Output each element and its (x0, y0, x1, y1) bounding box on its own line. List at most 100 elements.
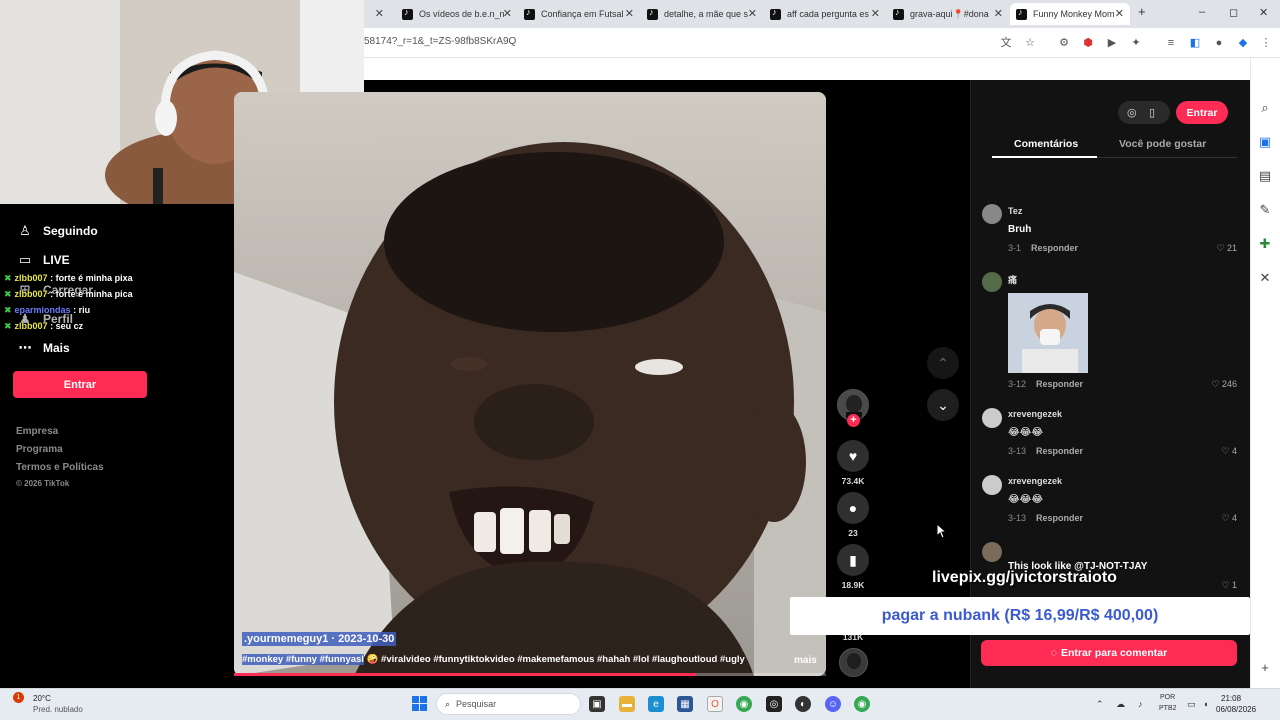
footer-link-termos[interactable]: Termos e Políticas (16, 462, 104, 473)
comment-like[interactable]: ♡ 246 (1197, 379, 1237, 390)
comment-button[interactable]: ● (837, 492, 869, 524)
comment-username[interactable]: xrevengezek (1008, 409, 1062, 419)
sidebar-item-live[interactable]: ▭ LIVE (16, 252, 70, 268)
search-icon[interactable]: ⌕ (1257, 100, 1273, 116)
extension-video-icon[interactable]: ▶ (1105, 36, 1119, 50)
reply-button[interactable]: Responder (1031, 243, 1078, 253)
video-more-link[interactable]: mais (794, 655, 817, 666)
translate-icon[interactable]: 文 (999, 36, 1013, 50)
tools-cross-icon[interactable]: ✕ (1257, 270, 1273, 286)
tab-close-icon[interactable]: ✕ (748, 7, 757, 20)
avatar[interactable] (982, 272, 1002, 292)
avatar[interactable] (982, 204, 1002, 224)
tab-1[interactable]: Os vídeos de b.e.n_n ✕ (396, 3, 518, 25)
chrome-icon-2[interactable]: ◉ (854, 696, 870, 712)
bookmark-star-icon[interactable]: ☆ (1023, 36, 1037, 50)
close-window-button[interactable]: ✕ (1259, 6, 1268, 19)
browser-menu-icon[interactable]: ⋮ (1259, 36, 1273, 50)
weather-temp[interactable]: 20°C (33, 694, 51, 703)
task-view-icon[interactable]: ▣ (589, 696, 605, 712)
tab-voce-pode-gostar[interactable]: Você pode gostar (1119, 138, 1206, 150)
url-field[interactable]: 58174?_r=1&_t=ZS-98fb8SKrA9Q (364, 36, 516, 47)
bing-chat-icon[interactable]: ▣ (1257, 134, 1273, 150)
previous-video-button[interactable]: ⌃ (927, 347, 959, 379)
file-explorer-icon[interactable]: ▬ (619, 696, 635, 712)
tab-close-icon[interactable]: ✕ (625, 7, 634, 20)
network-icon[interactable]: ☁ (1116, 699, 1125, 710)
comment-image[interactable] (1008, 293, 1088, 373)
profile-icon[interactable]: ● (1212, 36, 1226, 50)
tab-4[interactable]: aff cada pergunta es ✕ (764, 3, 886, 25)
discord-icon[interactable]: ☺ (825, 696, 841, 712)
new-tab-button[interactable]: + (1138, 4, 1146, 19)
tab-close-icon[interactable]: ✕ (1115, 7, 1124, 20)
footer-link-programa[interactable]: Programa (16, 444, 63, 455)
edge-icon[interactable]: e (648, 696, 664, 712)
like-button[interactable]: ♥ (837, 440, 869, 472)
windows-start-icon[interactable] (412, 696, 427, 711)
tab-close-icon[interactable]: ✕ (375, 7, 384, 20)
display-icon[interactable]: ▭ (1187, 699, 1196, 710)
comment-username[interactable]: 痛 (1008, 273, 1017, 286)
playlist-icon[interactable]: ≡ (1164, 36, 1178, 50)
login-to-comment-button[interactable]: ◌ Entrar para comentar (981, 640, 1237, 666)
tab-5[interactable]: grava-aqui📍#dona ✕ (887, 3, 1009, 25)
avatar[interactable] (982, 542, 1002, 562)
vpn-shield-icon[interactable]: ◆ (1236, 36, 1250, 50)
taskbar-search[interactable]: ⌕ Pesquisar (436, 693, 581, 715)
phone-icon[interactable]: ▯ (1149, 106, 1155, 119)
language-top[interactable]: POR (1160, 694, 1175, 701)
sidebar-item-seguindo[interactable]: ♙ Seguindo (16, 223, 98, 239)
tab-close-icon[interactable]: ✕ (871, 7, 880, 20)
edit-icon[interactable]: ✎ (1257, 202, 1273, 218)
next-video-button[interactable]: ⌄ (927, 389, 959, 421)
reply-button[interactable]: Responder (1036, 446, 1083, 456)
volume-icon[interactable]: ◖ (1203, 699, 1208, 709)
sidebar-item-mais[interactable]: ⋯ Mais (16, 340, 70, 356)
opera-icon[interactable]: O (707, 696, 723, 712)
extensions-puzzle-icon[interactable]: ✦ (1129, 36, 1143, 50)
avatar[interactable] (982, 475, 1002, 495)
comment-like[interactable]: ♡ 4 (1197, 446, 1237, 457)
extension-shield-icon[interactable]: ⬢ (1081, 36, 1095, 50)
save-button[interactable]: ▮ (837, 544, 869, 576)
reply-button[interactable]: Responder (1036, 379, 1083, 389)
minimize-button[interactable]: – (1199, 6, 1205, 18)
tab-2[interactable]: Confiança em Futsal ✕ (518, 3, 640, 25)
login-button[interactable]: Entrar (13, 371, 147, 398)
tab-close-icon[interactable]: ✕ (994, 7, 1003, 20)
tab-3[interactable]: detalhe, a mãe que s ✕ (641, 3, 763, 25)
tab-active[interactable]: Funny Monkey Mom ✕ (1010, 3, 1130, 25)
tab-comentarios[interactable]: Comentários (1014, 138, 1078, 150)
maximize-button[interactable]: ◻ (1229, 6, 1238, 19)
video-hashtags-rest[interactable]: 🤪 #viralvideo #funnytiktokvideo #makemef… (367, 654, 745, 665)
weather-desc[interactable]: Pred. nublado (33, 705, 83, 714)
clock-time[interactable]: 21:08 (1221, 694, 1241, 703)
store-icon[interactable]: ▦ (677, 696, 693, 712)
sidebar-toggle-icon[interactable]: ◧ (1188, 36, 1202, 50)
comment-like[interactable]: ♡ 4 (1197, 513, 1237, 524)
tools-icon[interactable]: ▤ (1257, 168, 1273, 184)
language-bottom[interactable]: PTB2 (1159, 705, 1177, 712)
obs-icon[interactable]: ◎ (766, 696, 782, 712)
reply-button[interactable]: Responder (1036, 513, 1083, 523)
video-progress-bar[interactable] (234, 673, 826, 676)
comment-like[interactable]: ♡ 1 (1197, 580, 1237, 591)
video-player[interactable] (234, 92, 826, 676)
video-author-date[interactable]: .yourmemeguy1 · 2023-10-30 (242, 632, 397, 646)
tab-close-icon[interactable]: ✕ (503, 7, 512, 20)
avatar[interactable] (982, 408, 1002, 428)
add-sidebar-icon[interactable]: + (1257, 660, 1273, 676)
tray-overflow-icon[interactable]: ⌃ (1096, 699, 1104, 710)
mic-icon[interactable]: ♪ (1138, 699, 1143, 709)
extension-gear-icon[interactable]: ⚙ (1057, 36, 1071, 50)
login-button-top[interactable]: Entrar (1176, 101, 1228, 124)
sound-avatar[interactable] (839, 648, 868, 677)
comment-username[interactable]: Tez (1008, 206, 1022, 216)
comment-username[interactable]: xrevengezek (1008, 476, 1062, 486)
follow-plus-icon[interactable]: + (847, 414, 860, 427)
comment-like[interactable]: ♡ 21 (1197, 243, 1237, 254)
chrome-icon[interactable]: ◉ (736, 696, 752, 712)
clock-date[interactable]: 06/08/2026 (1216, 705, 1256, 714)
app-icon[interactable]: ◐ (795, 696, 811, 712)
